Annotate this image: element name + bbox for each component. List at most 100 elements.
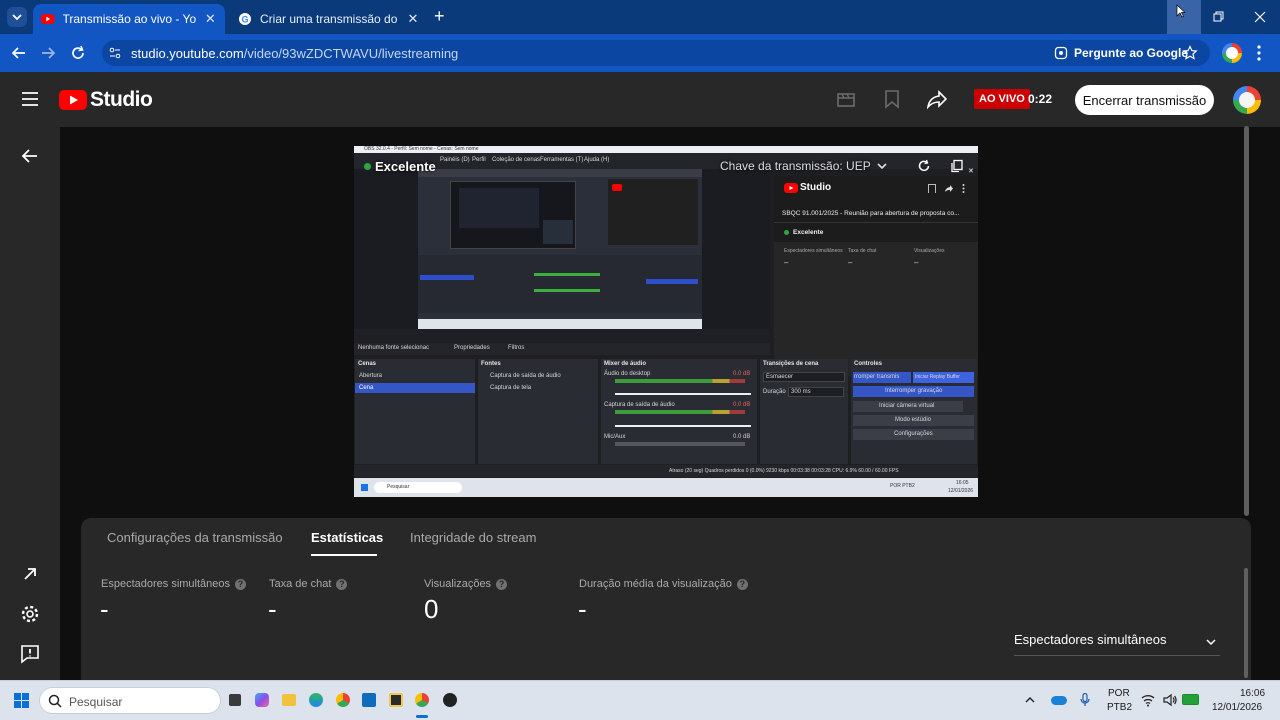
tab-transmissao[interactable]: Transmissão ao vivo - YouTube ✕ (33, 4, 225, 34)
minimize-window-button[interactable] (1167, 0, 1201, 34)
obs-transitions-pane: Transições de cena Esmaecer Duração 300 … (760, 359, 848, 464)
clapperboard-icon (837, 93, 855, 107)
tab-title: Criar uma transmissão do YouTube (260, 12, 398, 26)
arrow-left-icon (11, 47, 25, 59)
obs-mixer-3-name: Mic/Aux (604, 434, 626, 440)
tab-stream-settings[interactable]: Configurações da transmissão (107, 530, 283, 545)
windows-start-button[interactable] (14, 693, 29, 708)
inner-studio-panel: Studio SBQC 91.001/2025 - Reunião para a… (774, 176, 978, 376)
close-tab-icon[interactable]: ✕ (406, 11, 420, 27)
onedrive-icon[interactable] (1051, 696, 1067, 705)
obs-ctrl-6-label: Configurações (894, 431, 933, 437)
microphone-icon[interactable] (1080, 693, 1090, 707)
forward-button[interactable] (39, 44, 57, 62)
obs-status-bar: Atraso (20 seg) Quadros perdidos 0 (0.0%… (354, 465, 978, 477)
close-window-button[interactable] (1252, 9, 1268, 25)
cursor-icon (1176, 4, 1186, 18)
profile-avatar-button[interactable] (1222, 43, 1242, 63)
taskbar-outlook-icon[interactable] (362, 693, 376, 707)
feedback-button[interactable] (20, 644, 40, 664)
open-external-button[interactable] (21, 565, 39, 583)
tab-stream-health[interactable]: Integridade do stream (410, 530, 536, 545)
chrome-menu-button[interactable] (1256, 44, 1262, 62)
inner-share-icon (945, 185, 953, 192)
inner-stat-label-1: Espectadores simultâneos (784, 248, 843, 254)
taskbar-edge-icon[interactable] (309, 693, 323, 707)
restore-icon (1213, 11, 1224, 22)
tray-lang-2[interactable]: PTB2 (1107, 702, 1132, 713)
inner-studio-logo: Studio (784, 182, 831, 193)
taskbar-folder-icon[interactable] (282, 694, 296, 706)
restore-window-button[interactable] (1210, 9, 1226, 25)
close-tab-icon[interactable]: ✕ (204, 11, 218, 27)
tray-date[interactable]: 12/01/2026 (1212, 702, 1262, 713)
google-lens-icon (1054, 46, 1068, 60)
help-icon[interactable]: ? (336, 578, 348, 590)
nested-obs-mixer (543, 220, 573, 244)
obs-fader-2 (615, 425, 751, 427)
youtube-logo-icon (59, 90, 87, 110)
wifi-icon[interactable] (1141, 693, 1155, 707)
tray-chevron-up-icon[interactable] (1024, 694, 1036, 706)
svg-text:G: G (241, 15, 248, 25)
health-dot (364, 162, 371, 170)
taskbar-search-box[interactable]: Pesquisar (39, 687, 221, 714)
back-to-studio-button[interactable] (20, 146, 40, 166)
tray-lang-1[interactable]: POR (1108, 688, 1130, 699)
arrow-left-icon (21, 149, 37, 163)
taskbar-chrome-active-icon[interactable] (415, 693, 429, 707)
stream-key-label: Chave da transmissão: UEP (720, 159, 871, 173)
stream-key-dropdown[interactable]: Chave da transmissão: UEP (720, 155, 889, 177)
bookmark-star-button[interactable] (1182, 45, 1198, 61)
tab-statistics[interactable]: Estatísticas (311, 530, 383, 545)
arrow-right-icon (42, 47, 56, 59)
studio-logo[interactable]: Studio (59, 88, 153, 112)
battery-icon[interactable] (1182, 694, 1199, 705)
copy-key-button[interactable] (950, 159, 964, 173)
bookmark-button[interactable] (883, 89, 901, 109)
taskbar-chrome-icon[interactable] (336, 693, 350, 707)
obs-meter-3 (615, 442, 745, 446)
panel-scrollbar-thumb[interactable] (1244, 568, 1248, 678)
help-icon[interactable]: ? (235, 578, 247, 590)
refresh-key-button[interactable] (917, 159, 931, 173)
new-tab-button[interactable]: + (434, 7, 450, 26)
settings-button[interactable] (20, 604, 40, 624)
stream-preview[interactable]: OBS 32.0.4 - Perfil: Sem nome - Cenas: S… (354, 146, 978, 497)
volume-icon[interactable] (1163, 693, 1177, 707)
inner-kebab-icon (962, 184, 965, 193)
inner-stream-title: SBQC 91.001/2025 - Reunião para abertura… (782, 210, 960, 217)
ask-google-button[interactable]: Pergunte ao Google (1044, 41, 1198, 65)
google-favicon-icon: G (239, 13, 251, 25)
reload-button[interactable] (69, 44, 87, 62)
battery-fill (1183, 695, 1198, 704)
back-button[interactable] (10, 44, 28, 62)
end-stream-button[interactable]: Encerrar transmissão (1075, 85, 1214, 115)
clapperboard-button[interactable] (836, 89, 856, 109)
taskbar-app-icon[interactable] (389, 693, 403, 707)
taskbar-obs-icon[interactable] (443, 693, 457, 707)
metric-dropdown[interactable]: Espectadores simultâneos (1014, 632, 1220, 656)
left-rail (0, 127, 60, 680)
taskbar-file-icon[interactable] (229, 694, 241, 706)
taskbar-copilot-icon[interactable] (255, 693, 269, 707)
kebab-menu-icon (1257, 45, 1261, 61)
tray-time[interactable]: 16:06 (1240, 688, 1265, 699)
stat-label-concurrent: Espectadores simultâneos? (101, 578, 247, 590)
avatar-inner (1226, 47, 1238, 59)
obs-zoom-bar (354, 329, 770, 339)
nested-panels (418, 255, 702, 313)
site-info-icon[interactable] (108, 46, 122, 60)
tab-criar-transmissao[interactable]: G Criar uma transmissão do YouTube ✕ (230, 4, 428, 34)
obs-scenes-header: Cenas (358, 361, 377, 367)
help-icon[interactable]: ? (496, 578, 508, 590)
share-button[interactable] (927, 89, 947, 109)
tab-search-button[interactable] (7, 7, 27, 27)
page-scrollbar-thumb[interactable] (1244, 126, 1249, 516)
obs-filters: Filtros (508, 345, 525, 351)
hamburger-menu-button[interactable] (21, 91, 39, 107)
help-icon[interactable]: ? (736, 578, 748, 590)
obs-no-source: Nenhuma fonte selecionac (358, 345, 430, 351)
channel-avatar[interactable] (1233, 86, 1261, 114)
url-path: /video/93wZDCTWAVU/livestreaming (243, 46, 459, 61)
